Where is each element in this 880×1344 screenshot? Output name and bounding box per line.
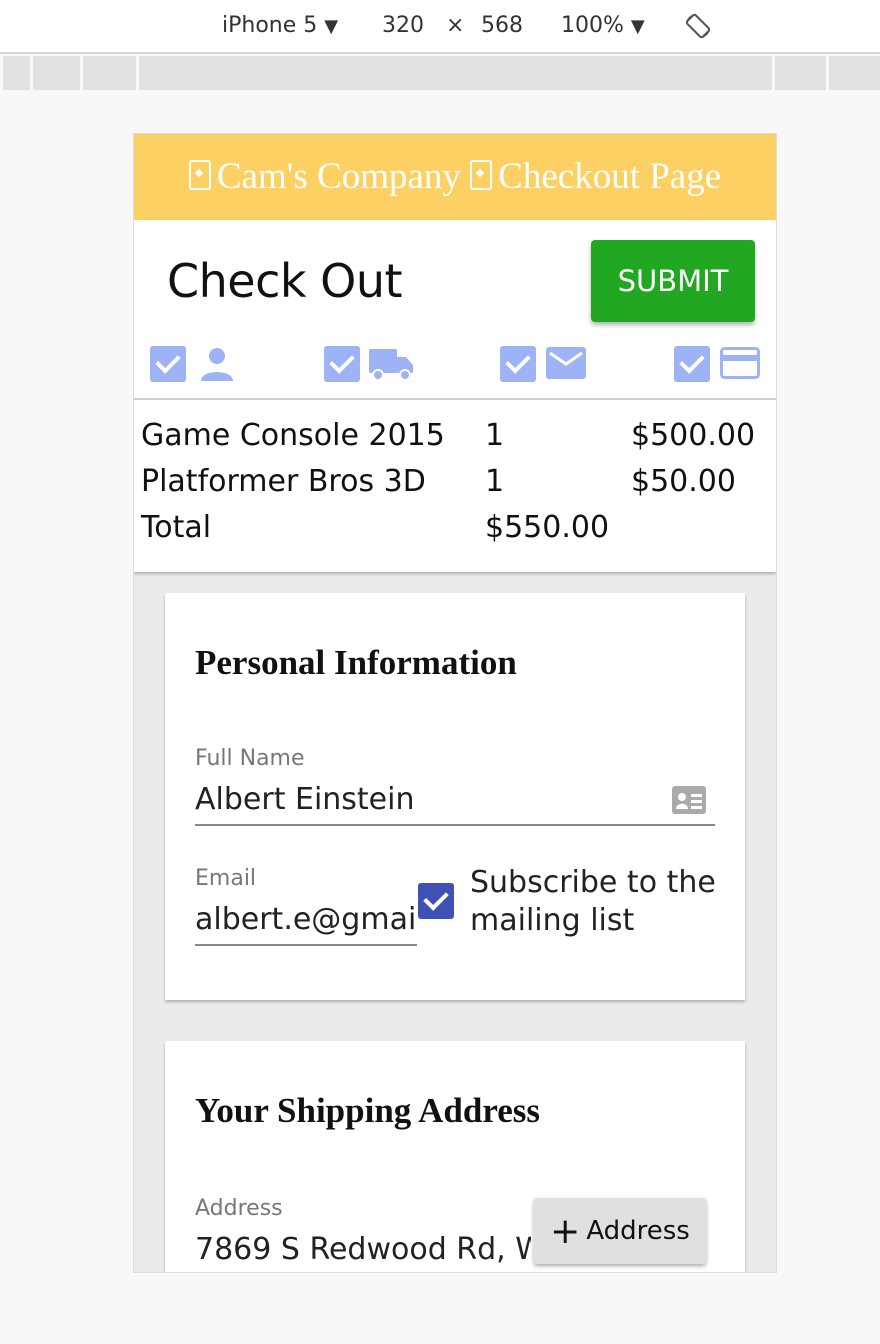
zoom-select[interactable]: 100% ▼ bbox=[561, 13, 645, 38]
address-input[interactable]: 7869 S Redwood Rd, West Jordan bbox=[195, 1232, 531, 1267]
step-check-icon bbox=[500, 346, 536, 382]
email-underline bbox=[195, 944, 417, 946]
dropdown-arrow-icon: ▼ bbox=[324, 16, 339, 37]
subscribe-label-line-1: Subscribe to the bbox=[470, 865, 716, 900]
order-item-name: Game Console 2015 bbox=[141, 418, 445, 453]
dimension-separator: × bbox=[446, 13, 465, 38]
person-icon bbox=[201, 348, 233, 381]
email-label: Email bbox=[195, 866, 257, 891]
full-name-input[interactable]: Albert Einstein bbox=[195, 782, 655, 817]
step-check-icon bbox=[324, 346, 360, 382]
width-input[interactable]: 320 bbox=[382, 13, 424, 38]
order-item-qty: 1 bbox=[485, 464, 505, 499]
company-name: Cam's Company bbox=[216, 156, 461, 197]
add-address-button[interactable]: + Address bbox=[534, 1198, 706, 1264]
step-check-icon bbox=[674, 346, 710, 382]
personal-information-card: Personal Information Full Name Albert Ei… bbox=[165, 593, 745, 1000]
truck-icon bbox=[369, 349, 413, 381]
id-card-icon bbox=[672, 786, 706, 814]
device-name: iPhone 5 bbox=[222, 13, 318, 38]
devtools-toolbar: iPhone 5 ▼ 320 × 568 100% ▼ bbox=[0, 0, 880, 54]
device-select[interactable]: iPhone 5 ▼ bbox=[222, 13, 338, 38]
banner-subtitle: Checkout Page bbox=[498, 156, 722, 197]
summary-divider bbox=[134, 398, 776, 400]
checkout-summary-card: Check Out SUBMIT Game Console 2015 1 $50… bbox=[134, 220, 776, 572]
order-item-price: $50.00 bbox=[631, 464, 736, 499]
full-name-underline bbox=[195, 824, 715, 826]
playing-card-icon bbox=[188, 160, 211, 190]
zoom-value: 100% bbox=[561, 13, 624, 38]
rotate-icon[interactable] bbox=[684, 12, 712, 46]
device-viewport: Cam's Company Checkout Page Check Out SU… bbox=[133, 133, 777, 1273]
submit-button[interactable]: SUBMIT bbox=[591, 240, 755, 322]
mail-icon bbox=[546, 347, 586, 379]
playing-card-icon bbox=[470, 160, 493, 190]
email-input[interactable]: albert.e@gmail.com bbox=[195, 902, 417, 937]
personal-information-heading: Personal Information bbox=[195, 643, 517, 682]
height-input[interactable]: 568 bbox=[481, 13, 523, 38]
plus-icon: + bbox=[550, 1210, 581, 1252]
credit-card-icon bbox=[720, 347, 760, 379]
media-query-ruler bbox=[0, 56, 880, 90]
add-address-label: Address bbox=[586, 1215, 690, 1246]
page-title: Check Out bbox=[167, 254, 403, 308]
order-total-value: $550.00 bbox=[485, 510, 610, 545]
shipping-address-heading: Your Shipping Address bbox=[195, 1091, 540, 1130]
order-item-name: Platformer Bros 3D bbox=[141, 464, 426, 499]
full-name-label: Full Name bbox=[195, 746, 305, 771]
subscribe-checkbox[interactable] bbox=[418, 883, 454, 919]
order-item-price: $500.00 bbox=[631, 418, 756, 453]
header-banner: Cam's Company Checkout Page bbox=[134, 134, 776, 220]
order-total-label: Total bbox=[141, 510, 212, 545]
subscribe-label-line-2: mailing list bbox=[470, 903, 635, 938]
order-item-qty: 1 bbox=[485, 418, 505, 453]
shipping-address-card: Your Shipping Address Address 7869 S Red… bbox=[165, 1041, 745, 1272]
step-check-icon bbox=[150, 346, 186, 382]
address-label: Address bbox=[195, 1196, 283, 1221]
dropdown-arrow-icon: ▼ bbox=[630, 16, 645, 37]
